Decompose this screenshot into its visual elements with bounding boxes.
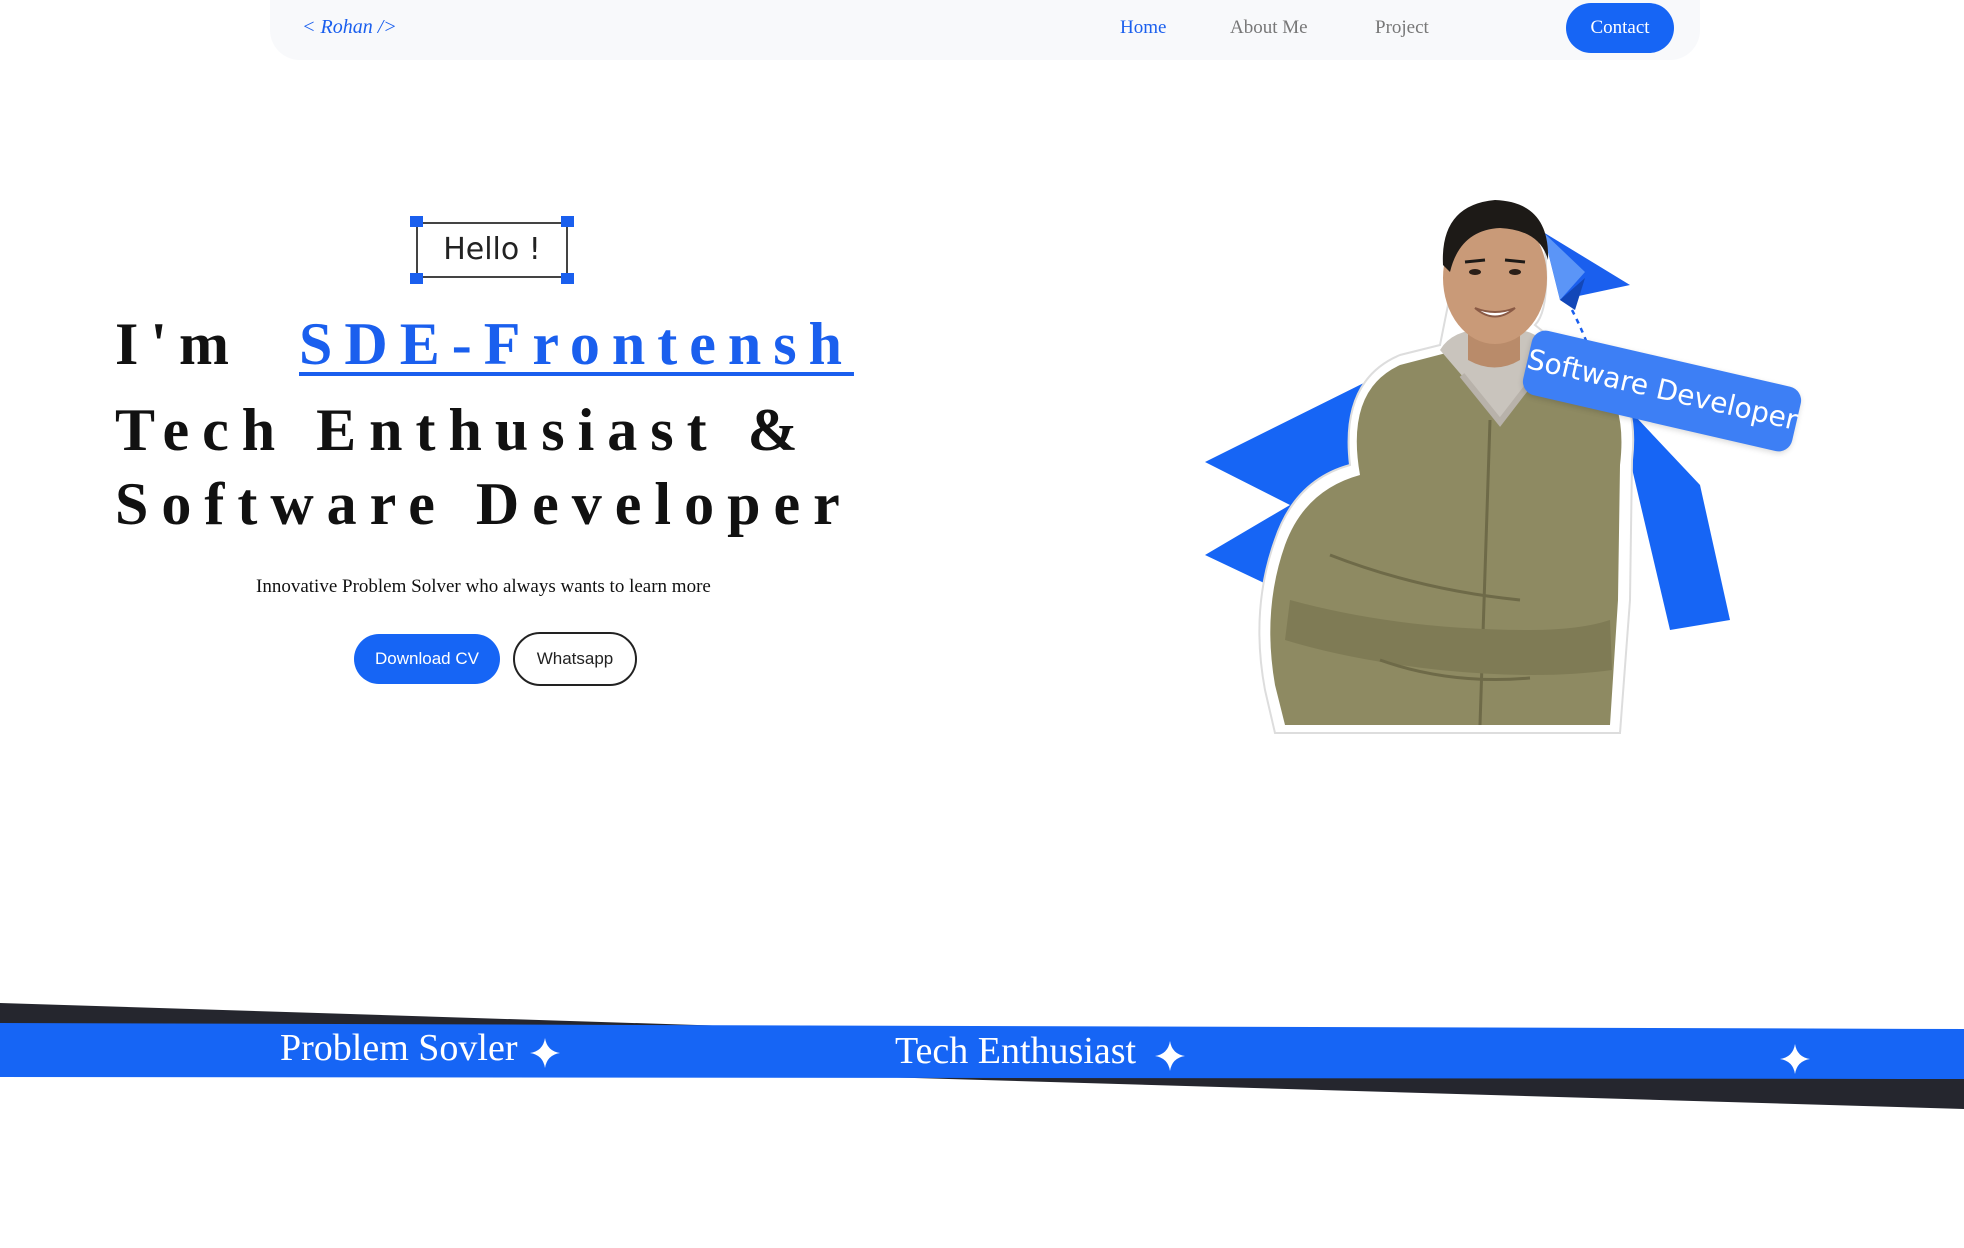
heading-line-2: Tech Enthusiast & (115, 397, 811, 463)
selection-handle (561, 273, 574, 284)
site-logo[interactable]: < Rohan /> (302, 16, 397, 39)
download-cv-button[interactable]: Download CV (354, 634, 500, 684)
selection-handle (410, 273, 423, 284)
nav-link-about[interactable]: About Me (1230, 17, 1308, 39)
hello-box: Hello ! (410, 216, 574, 284)
heading-line-3: Software Developer (115, 471, 853, 537)
sparkle-star-icon (1155, 1041, 1185, 1071)
nav-link-home[interactable]: Home (1120, 17, 1166, 39)
intro-label: I'm (115, 311, 241, 377)
heading-intro: I'm SDE-Frontensh (115, 310, 842, 379)
tagline: Innovative Problem Solver who always wan… (256, 576, 711, 597)
role-typed-text: SDE-Frontensh (299, 311, 854, 377)
hero-illustration (1205, 200, 1730, 734)
sparkle-star-icon (1780, 1044, 1810, 1074)
whatsapp-button[interactable]: Whatsapp (513, 632, 637, 686)
banner-item-tech-enthusiast: Tech Enthusiast (895, 1030, 1137, 1072)
hello-text: Hello ! (443, 232, 541, 267)
sparkle-star-icon (530, 1038, 560, 1068)
banner-item-problem-solver: Problem Sovler (280, 1027, 518, 1069)
nav-link-project[interactable]: Project (1375, 17, 1429, 39)
navbar: < Rohan /> Home About Me Project Contact (270, 0, 1700, 60)
contact-button[interactable]: Contact (1566, 3, 1674, 53)
selection-handle (561, 216, 574, 227)
selection-handle (410, 216, 423, 227)
